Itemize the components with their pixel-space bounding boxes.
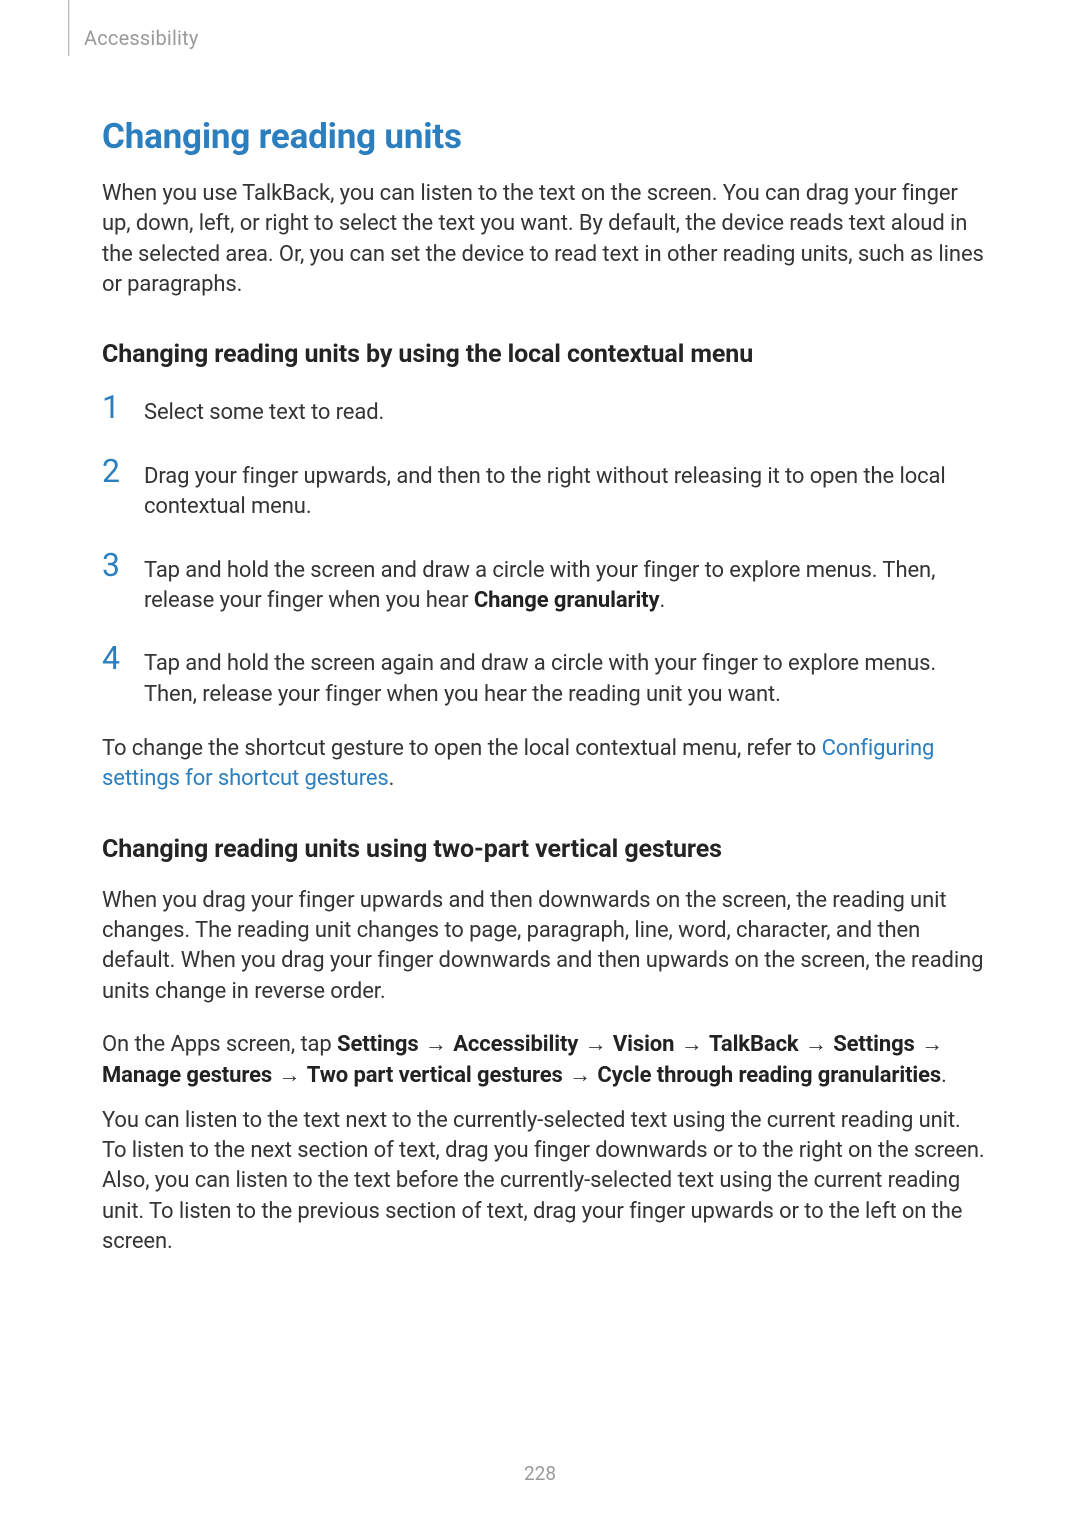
step-text: Tap and hold the screen again and draw a… — [144, 642, 990, 710]
page-root: Accessibility Changing reading units Whe… — [0, 0, 1080, 1527]
arrow-icon: → — [920, 1029, 944, 1060]
step-text: Select some text to read. — [144, 391, 384, 428]
step-number: 1 — [102, 391, 126, 428]
path-segment: Settings — [833, 1032, 915, 1057]
subheading-local-contextual: Changing reading units by using the loca… — [102, 340, 990, 369]
page-title: Changing reading units — [102, 116, 990, 157]
path-segment: Cycle through reading granularities — [597, 1063, 941, 1088]
arrow-icon: → — [680, 1029, 704, 1060]
step-text-bold: Change granularity — [474, 588, 660, 613]
path-segment: Accessibility — [453, 1032, 578, 1057]
note-pre: To change the shortcut gesture to open t… — [102, 736, 822, 761]
step-text: Tap and hold the screen and draw a circl… — [144, 549, 990, 617]
step-number: 3 — [102, 549, 126, 617]
step-text: Drag your finger upwards, and then to th… — [144, 455, 990, 523]
page-number: 228 — [0, 1462, 1080, 1485]
steps-list: 1 Select some text to read. 2 Drag your … — [102, 391, 990, 710]
two-part-paragraph-1: When you drag your finger upwards and th… — [102, 886, 990, 1007]
note-post: . — [389, 766, 395, 791]
step-item: 4 Tap and hold the screen again and draw… — [102, 642, 990, 710]
path-segment: Settings — [337, 1032, 419, 1057]
arrow-icon: → — [584, 1029, 608, 1060]
settings-path: On the Apps screen, tap Settings → Acces… — [102, 1029, 990, 1091]
path-segment: Vision — [613, 1032, 674, 1057]
arrow-icon: → — [568, 1060, 592, 1091]
step-text-post: . — [660, 588, 666, 613]
step-item: 1 Select some text to read. — [102, 391, 990, 428]
step-number: 2 — [102, 455, 126, 523]
note-paragraph: To change the shortcut gesture to open t… — [102, 734, 990, 795]
arrow-icon: → — [424, 1029, 448, 1060]
two-part-paragraph-2: You can listen to the text next to the c… — [102, 1106, 990, 1258]
arrow-icon: → — [277, 1060, 301, 1091]
arrow-icon: → — [804, 1029, 828, 1060]
subheading-two-part-gestures: Changing reading units using two-part ve… — [102, 835, 990, 864]
header-rule — [68, 0, 70, 56]
section-header: Accessibility — [84, 26, 990, 50]
path-segment: Two part vertical gestures — [307, 1063, 563, 1088]
path-segment: TalkBack — [709, 1032, 799, 1057]
step-item: 2 Drag your finger upwards, and then to … — [102, 455, 990, 523]
intro-paragraph: When you use TalkBack, you can listen to… — [102, 179, 990, 300]
path-segment: Manage gestures — [102, 1063, 272, 1088]
path-end: . — [941, 1063, 947, 1088]
step-item: 3 Tap and hold the screen and draw a cir… — [102, 549, 990, 617]
path-lead: On the Apps screen, tap — [102, 1032, 337, 1057]
step-number: 4 — [102, 642, 126, 710]
